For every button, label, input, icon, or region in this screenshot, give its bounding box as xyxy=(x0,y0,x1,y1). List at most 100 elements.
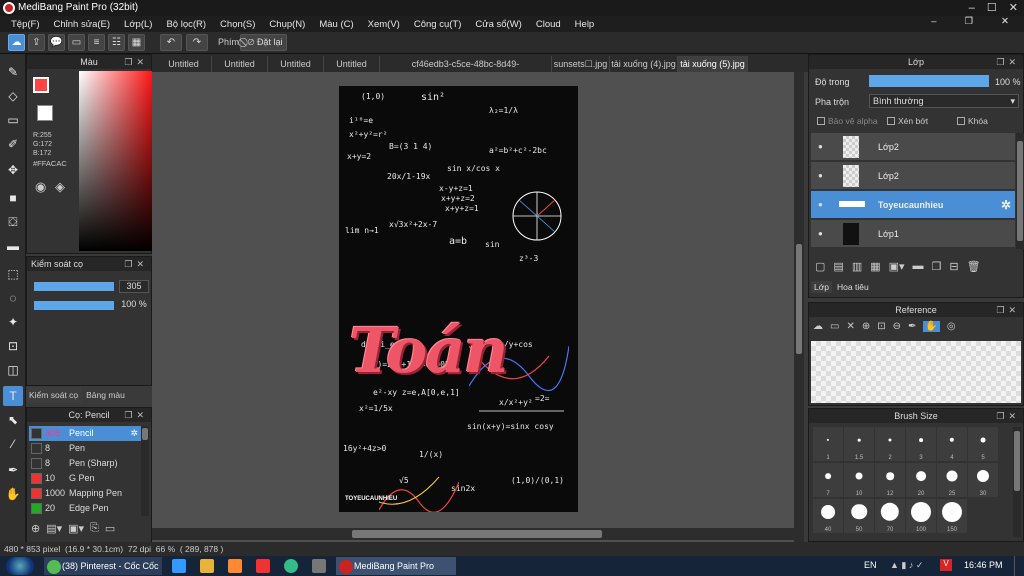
brush-size-cell[interactable]: 7 xyxy=(813,463,843,497)
tab-untitled-3[interactable]: Untitled xyxy=(268,56,324,72)
brush-size-cell[interactable]: 20 xyxy=(906,463,936,497)
lasso-tool-icon[interactable]: ◌ xyxy=(3,288,23,308)
menu-help[interactable]: Help xyxy=(568,19,602,30)
hand-icon[interactable]: ✋ xyxy=(923,321,940,332)
brush-item-g-pen[interactable]: 10 G Pen xyxy=(29,471,141,486)
tab-layer[interactable]: Lớp xyxy=(811,281,833,293)
media-player-icon[interactable] xyxy=(228,559,242,573)
gradient-tool-icon[interactable]: ▬ xyxy=(3,236,23,256)
brush-size-slider[interactable] xyxy=(33,281,115,292)
hand-tool-icon[interactable]: ✋ xyxy=(3,484,23,504)
cloud-upload-icon[interactable]: ☁ xyxy=(813,321,823,332)
brush-size-cell[interactable]: 1.5 xyxy=(844,427,874,461)
app-gray-icon[interactable] xyxy=(312,559,326,573)
brush-size-cell[interactable]: 25 xyxy=(937,463,967,497)
tab-untitled-4[interactable]: Untitled xyxy=(324,56,380,72)
tray-icons[interactable]: ▲ ▮ ♪ ✓ xyxy=(890,560,923,571)
brush-copy-icon[interactable]: ⎘ xyxy=(90,522,99,535)
visibility-icon[interactable]: ● xyxy=(818,162,823,190)
tab-tai-xuong-4[interactable]: tải xuống (4).jpg xyxy=(610,56,678,72)
panel-controls-icon[interactable]: ❐✕ xyxy=(124,55,148,69)
grid-icon[interactable]: ▦ xyxy=(128,34,145,51)
minimize-button[interactable]: – xyxy=(969,0,975,16)
list-icon[interactable]: ☷ xyxy=(108,34,125,51)
tab-sunsets[interactable]: sunsets☐.jpg xyxy=(552,56,610,72)
brush-size-cell[interactable]: 30 xyxy=(968,463,998,497)
menu-layer[interactable]: Lớp(L) xyxy=(117,19,159,30)
layer-row[interactable]: ● Lớp2 xyxy=(811,162,1015,190)
gear-icon[interactable]: ✲ xyxy=(1001,191,1011,219)
background-color-swatch[interactable] xyxy=(37,105,53,121)
start-button[interactable] xyxy=(6,557,34,575)
fill-rect-icon[interactable]: ■ xyxy=(3,188,23,208)
saturation-value-picker[interactable] xyxy=(79,71,159,251)
new-halftone-layer-icon[interactable]: ▤ xyxy=(833,260,843,273)
new-1bit-layer-icon[interactable]: ▦ xyxy=(870,260,880,273)
move-tool-icon[interactable]: ✥ xyxy=(3,160,23,180)
canvas-horizontal-scrollbar[interactable] xyxy=(152,528,794,540)
comment-icon[interactable]: ▭ xyxy=(68,34,85,51)
blend-mode-select[interactable]: Bình thường ▾ xyxy=(869,94,1019,108)
brush-item-mapping-pen[interactable]: 1000 Mapping Pen xyxy=(29,486,141,501)
tab-cf46edb3[interactable]: cf46edb3-c5ce-48bc-8d49-5badc3ec69df.jpg xyxy=(380,56,552,85)
brush-tool-icon[interactable]: ✎ xyxy=(3,62,23,82)
reset-button[interactable]: ⃠ ⊘ Đặt lại xyxy=(240,34,288,51)
new-layer-icon[interactable]: ▢ xyxy=(815,260,825,273)
menu-file[interactable]: Tệp(F) xyxy=(4,19,47,30)
document-canvas[interactable]: (1,0) sin² λ₂=1/λ i¹⁰=e x²+y²=r² a²=b²+c… xyxy=(339,86,578,512)
tab-untitled-2[interactable]: Untitled xyxy=(212,56,268,72)
brush-item-pen[interactable]: 8 Pen xyxy=(29,441,141,456)
new-8bit-layer-icon[interactable]: ▥ xyxy=(852,260,862,273)
canvas-vertical-scrollbar[interactable] xyxy=(794,72,804,542)
clip-checkbox[interactable]: Xén bớt xyxy=(887,116,928,126)
brush-size-cell[interactable]: 70 xyxy=(875,499,905,533)
tab-untitled-1[interactable]: Untitled xyxy=(156,56,212,72)
menu-filter[interactable]: Bộ lọc(R) xyxy=(159,19,213,30)
select-eraser-icon[interactable]: ◫ xyxy=(3,360,23,380)
visibility-icon[interactable]: ● xyxy=(818,133,823,161)
folder-icon[interactable]: ▬ xyxy=(913,260,924,273)
brush-size-cell[interactable]: 150 xyxy=(937,499,967,533)
vietkey-icon[interactable]: V xyxy=(940,559,952,571)
scroll-thumb[interactable] xyxy=(142,428,148,440)
menu-window[interactable]: Cửa sổ(W) xyxy=(468,19,528,30)
select-pen-icon[interactable]: ⊡ xyxy=(3,336,23,356)
brush-size-cell[interactable]: 2 xyxy=(875,427,905,461)
color-settings-icon[interactable]: ◈ xyxy=(55,179,65,195)
visibility-icon[interactable]: ● xyxy=(818,191,823,219)
close-icon[interactable]: ✕ xyxy=(846,321,854,332)
menu-tools[interactable]: Công cụ(T) xyxy=(407,19,469,30)
brush-item-pencil[interactable]: 305 Pencil ✲ xyxy=(29,426,141,441)
fit-icon[interactable]: ⊡ xyxy=(877,321,885,332)
protect-alpha-checkbox[interactable]: Bảo vệ alpha xyxy=(817,116,878,126)
duplicate-layer-icon[interactable]: ❐ xyxy=(932,260,942,273)
note-icon[interactable]: ≡ xyxy=(88,34,105,51)
language-indicator[interactable]: EN xyxy=(864,560,877,570)
scroll-thumb[interactable] xyxy=(352,530,602,538)
scroll-thumb[interactable] xyxy=(1014,431,1020,491)
select-rect-icon[interactable]: ▭ xyxy=(3,110,23,130)
visibility-icon[interactable]: ● xyxy=(818,220,823,248)
brush-size-cell[interactable]: 1 xyxy=(813,427,843,461)
brush-size-cell[interactable]: 40 xyxy=(813,499,843,533)
redo-icon[interactable]: ↷ xyxy=(186,34,208,51)
undo-icon[interactable]: ↶ xyxy=(160,34,182,51)
brush-size-cell[interactable]: 4 xyxy=(937,427,967,461)
brush-opacity-slider[interactable] xyxy=(33,300,115,311)
eraser-tool-icon[interactable]: ◇ xyxy=(3,86,23,106)
lock-checkbox[interactable]: Khóa xyxy=(957,116,988,126)
tab-color-palette[interactable]: Bảng màu xyxy=(83,387,128,403)
gear-icon[interactable]: ✲ xyxy=(130,426,138,441)
operation-tool-icon[interactable]: ⬉ xyxy=(3,410,23,430)
show-desktop-button[interactable] xyxy=(1014,556,1024,576)
brush-item-edge-pen[interactable]: 20 Edge Pen xyxy=(29,501,141,516)
panel-controls-icon[interactable]: ❐✕ xyxy=(996,303,1020,317)
menu-edit[interactable]: Chỉnh sửa(E) xyxy=(47,19,118,30)
brush-menu-icon[interactable]: ▤▾ xyxy=(46,522,62,535)
layer-row[interactable]: ● Lớp1 xyxy=(811,220,1015,248)
zoom-in-icon[interactable]: ⊕ xyxy=(862,321,870,332)
panel-controls-icon[interactable]: ❐✕ xyxy=(124,257,148,271)
delete-layer-icon[interactable]: 🗑 xyxy=(967,260,981,273)
chat-icon[interactable]: 💬 xyxy=(48,34,65,51)
tab-brush-control[interactable]: Kiểm soát cọ xyxy=(26,387,82,403)
